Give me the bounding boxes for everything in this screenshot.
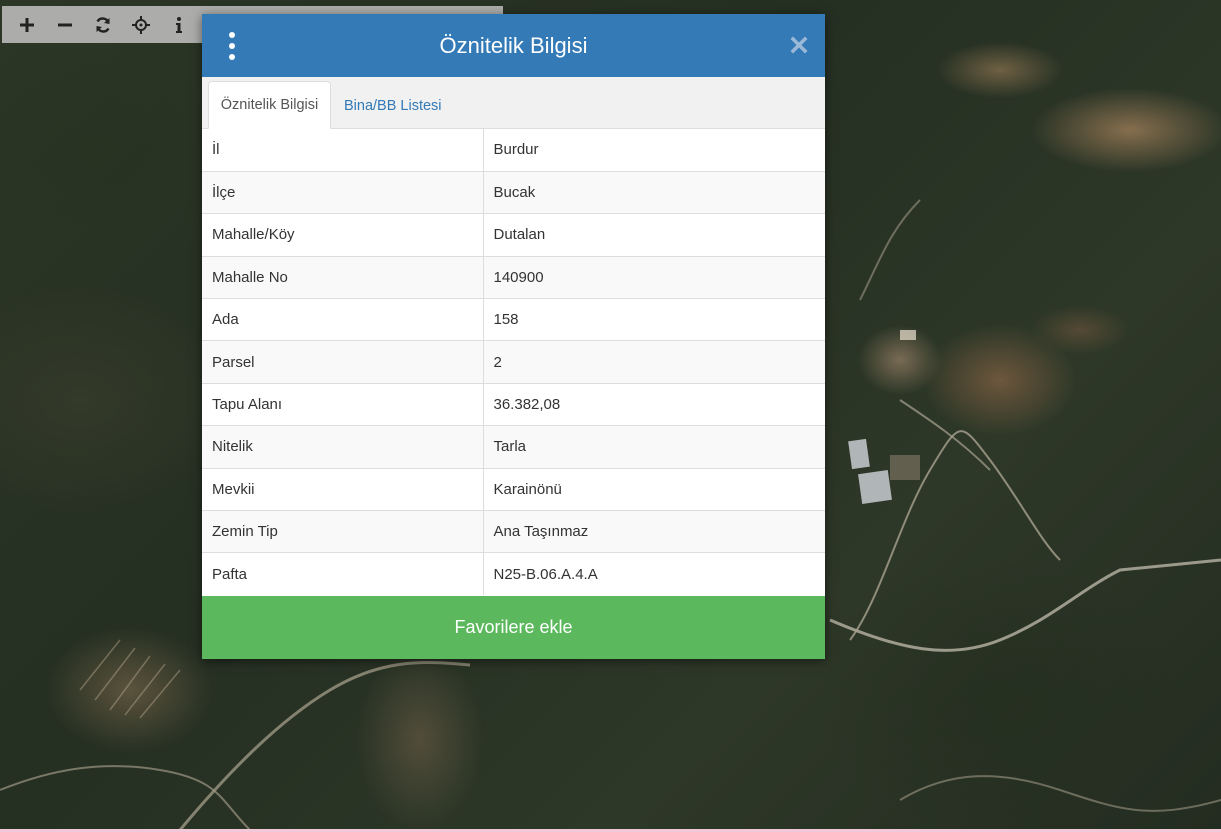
attribute-key: Zemin Tip — [202, 510, 484, 553]
table-row: İlçe Bucak — [202, 170, 825, 214]
menu-dot-icon — [229, 54, 235, 60]
locate-button[interactable] — [122, 6, 160, 43]
attribute-key: Parsel — [202, 340, 484, 384]
modal-menu-button[interactable] — [224, 32, 240, 60]
table-row: Zemin Tip Ana Taşınmaz — [202, 510, 825, 553]
attribute-key: İlçe — [202, 170, 484, 214]
attribute-value: Dutalan — [483, 213, 825, 257]
attribute-value: Bucak — [483, 170, 825, 214]
attribute-value: Burdur — [493, 141, 539, 159]
table-row: Parsel 2 — [202, 340, 825, 384]
table-row: Mevkii Karainönü — [202, 467, 825, 511]
attribute-value: Karainönü — [483, 467, 825, 511]
attribute-key: Pafta — [202, 552, 484, 596]
table-row: Tapu Alanı 36.382,08 — [202, 382, 825, 426]
attribute-value: 36.382,08 — [483, 382, 825, 426]
attribute-key: Ada — [202, 298, 484, 341]
attribute-value: 158 — [483, 298, 825, 341]
info-button[interactable] — [160, 6, 198, 43]
attribute-info-modal: Öznitelik Bilgisi Öznitelik Bilgisi Bina… — [202, 14, 825, 659]
attribute-key: İl — [202, 129, 484, 172]
refresh-icon — [96, 16, 110, 33]
modal-title: Öznitelik Bilgisi — [439, 32, 588, 58]
table-row: Pafta N25-B.06.A.4.A — [202, 552, 825, 596]
attribute-key: Tapu Alanı — [202, 382, 484, 426]
attribute-value: N25-B.06.A.4.A — [483, 552, 825, 596]
attribute-key: Mevkii — [202, 467, 484, 511]
refresh-button[interactable] — [84, 6, 122, 43]
plus-icon — [20, 17, 34, 32]
attribute-value: Tarla — [483, 425, 825, 469]
modal-tabs: Öznitelik Bilgisi Bina/BB Listesi — [202, 77, 825, 129]
info-icon — [176, 16, 182, 33]
close-icon[interactable] — [789, 34, 809, 56]
attribute-value: Ana Taşınmaz — [483, 510, 825, 553]
tab-building-list[interactable]: Bina/BB Listesi — [344, 82, 442, 129]
table-row: İl Burdur — [202, 129, 825, 172]
attribute-value: 2 — [483, 340, 825, 384]
modal-header: Öznitelik Bilgisi — [202, 14, 825, 77]
tab-attribute-info[interactable]: Öznitelik Bilgisi — [208, 81, 331, 129]
menu-dot-icon — [229, 43, 235, 49]
attribute-key: Nitelik — [202, 425, 484, 469]
add-to-favorites-button[interactable]: Favorilere ekle — [202, 596, 825, 659]
crosshair-icon — [132, 15, 150, 34]
zoom-in-button[interactable] — [8, 6, 46, 43]
table-row: Nitelik Tarla — [202, 425, 825, 469]
attribute-value: 140900 — [483, 255, 825, 299]
minus-icon — [58, 23, 72, 26]
zoom-out-button[interactable] — [46, 6, 84, 43]
table-row: Mahalle/Köy Dutalan — [202, 213, 825, 257]
table-row: Mahalle No 140900 — [202, 255, 825, 299]
attribute-table: İl Burdur İlçe Bucak Mahalle/Köy Dutalan… — [202, 129, 825, 596]
table-row: Ada 158 — [202, 298, 825, 341]
attribute-key: Mahalle/Köy — [202, 213, 484, 257]
attribute-key: Mahalle No — [202, 255, 484, 299]
menu-dot-icon — [229, 32, 235, 38]
